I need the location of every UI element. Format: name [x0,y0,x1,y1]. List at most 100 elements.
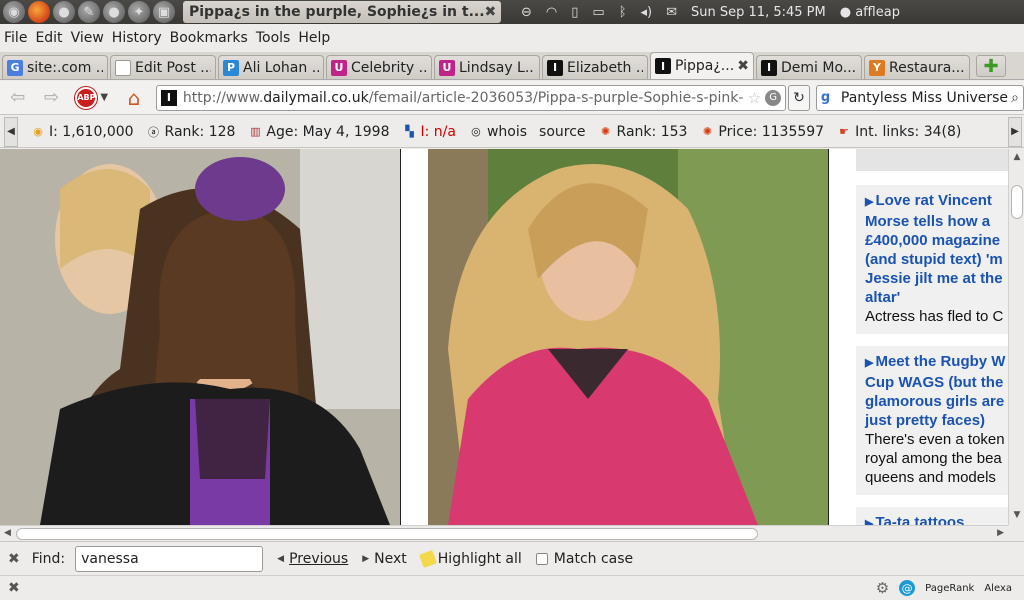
back-button[interactable]: ⇦ [2,84,34,112]
menu-history[interactable]: History [112,30,162,46]
ubuntu-logo-icon[interactable]: ◉ [3,1,25,23]
tab-4[interactable]: U Lindsay L... [434,55,540,79]
article-headline-line[interactable]: glamorous girls are [865,392,1008,411]
seo-whois[interactable]: ◎ whois [468,124,527,140]
seo-compete-rank[interactable]: ✺ Rank: 153 [598,124,687,140]
menu-bookmarks[interactable]: Bookmarks [170,30,248,46]
index-icon: ▚ [405,125,414,138]
find-previous-button[interactable]: ◀ Previous [277,551,348,567]
menu-tools[interactable]: Tools [256,30,291,46]
tab-1[interactable]: Edit Post ... [110,55,216,79]
match-case-checkbox[interactable]: Match case [535,551,633,567]
active-window-button[interactable]: Pippa¿s in the purple, Sophie¿s in t... … [183,1,501,23]
article-headline-line[interactable]: Jessie jilt me at the [865,269,1008,288]
menu-file[interactable]: File [4,30,27,46]
find-next-button[interactable]: ▶ Next [362,551,407,567]
tab-close-icon[interactable]: ✖ [737,58,749,74]
scroll-left-button[interactable]: ◀ [4,116,18,147]
globe-icon[interactable]: ● [103,1,125,23]
mail-icon[interactable]: ✉ [666,5,677,20]
find-input[interactable] [75,545,264,572]
wifi-icon[interactable]: ◠ [546,5,557,20]
seo-price[interactable]: ✺ Price: 1135597 [699,124,824,140]
search-icon[interactable]: ⌕ [1011,90,1019,106]
article-headline-line[interactable]: ▶ Love rat Vincent [865,191,1008,212]
article-headline-line[interactable]: Morse tells how a [865,212,1008,231]
url-text: http://www.dailymail.co.uk/femail/articl… [182,89,744,106]
url-bar[interactable]: I http://www.dailymail.co.uk/femail/arti… [155,84,787,111]
seo-source[interactable]: source [539,124,586,140]
firefox-icon[interactable] [28,1,50,23]
tab-0[interactable]: Gsite:.com ... [2,55,108,79]
article-headline-line[interactable]: just pretty faces) [865,411,1008,430]
seo-links[interactable]: ☛ Int. links: 34(8) [836,124,961,140]
pagerank-label[interactable]: PageRank [925,583,974,594]
tab-favicon-icon: I [655,58,671,74]
alexa-label[interactable]: Alexa [984,583,1012,594]
tab-2[interactable]: P Ali Lohan ... [218,55,324,79]
scroll-up-icon[interactable]: ▲ [1011,152,1023,164]
home-button[interactable]: ⌂ [122,86,146,110]
tab-8[interactable]: Y Restaura... [864,55,970,79]
sidebar-article[interactable]: ▶ Love rat Vincent Morse tells how a £400,0… [856,185,1008,334]
checkbox-icon[interactable] [535,552,548,565]
adblock-dropdown-icon[interactable]: ▼ [100,92,108,103]
scroll-right-icon[interactable]: ▶ [997,528,1004,538]
go-icon[interactable]: G [765,89,782,106]
scroll-left-icon[interactable]: ◀ [4,528,11,538]
bookmark-star-icon[interactable]: ☆ [748,89,761,107]
vertical-scroll-thumb[interactable] [1011,185,1023,219]
article-headline-line[interactable]: £400,000 magazine [865,231,1008,250]
article-headline-line[interactable]: (and stupid text) 'm [865,250,1008,269]
status-close-icon[interactable]: ✖ [8,580,20,596]
article-photo-left [0,149,400,525]
tab-label: Demi Mo... [781,59,857,76]
sidebar-article[interactable]: ▶Ta-ta tattoosThey are a common [856,507,1008,525]
highlight-all-button[interactable]: Highlight all [418,549,522,568]
google-icon[interactable]: g [821,90,837,106]
close-icon[interactable]: ✖ [485,4,497,20]
menu-help[interactable]: Help [298,30,330,46]
tab-5[interactable]: I Elizabeth ... [542,55,648,79]
battery-icon[interactable]: ▭ [592,5,604,20]
article-headline-line[interactable]: altar' [865,288,1008,307]
seo-alexa[interactable]: ◉ I: 1,610,000 [30,124,133,140]
seo-index[interactable]: ▚ I: n/a [402,124,456,140]
horizontal-scrollbar[interactable]: ◀ ▶ [0,525,1008,541]
menu-view[interactable]: View [71,30,104,46]
forward-button[interactable]: ⇨ [36,84,68,112]
article-headline-line[interactable]: Cup WAGS (but the [865,373,1008,392]
search-box[interactable]: g Pantyless Miss Universe ⌕ [815,84,1024,111]
tab-6[interactable]: I Pippa¿... ✖ [650,52,754,79]
sidebar-article[interactable]: ▶ Meet the Rugby W Cup WAGS (but the glamor… [856,346,1008,495]
camera-icon[interactable]: ▣ [153,1,175,23]
article-headline-line[interactable]: ▶ Ta-ta tattoos [865,513,1008,525]
indicator-icon[interactable]: ⊖ [521,5,532,20]
tool-icon[interactable]: ✦ [128,1,150,23]
editor-icon[interactable]: ✎ [78,1,100,23]
vertical-scrollbar[interactable]: ▲ ▼ [1008,149,1024,525]
scroll-down-icon[interactable]: ▼ [1011,510,1023,522]
app-launcher-icon[interactable]: ● [53,1,75,23]
new-tab-button[interactable]: ✚ [976,55,1006,77]
headline-text: just pretty faces) [865,412,986,429]
reload-button[interactable]: ↻ [788,84,810,111]
seo-rank[interactable]: ⓐ Rank: 128 [146,124,235,140]
menu-edit[interactable]: Edit [35,30,62,46]
user-menu[interactable]: ● affleap [840,5,900,20]
at-sign-icon[interactable]: @ [899,580,916,596]
scroll-right-button[interactable]: ▶ [1008,116,1022,147]
seo-age[interactable]: ▥ Age: May 4, 1998 [247,124,389,140]
adblock-icon[interactable]: ABP [75,86,98,109]
volume-icon[interactable]: ◂) [641,5,653,20]
bluetooth-icon[interactable]: ᛒ [619,5,627,20]
article-headline-line[interactable]: ▶ Meet the Rugby W [865,352,1008,373]
find-close-icon[interactable]: ✖ [8,551,20,567]
gear-icon[interactable]: ⚙ [876,579,889,597]
tab-7[interactable]: I Demi Mo... [756,55,862,79]
clock[interactable]: Sun Sep 11, 5:45 PM [691,5,826,20]
related-articles-sidebar: ▶ Love rat Vincent Morse tells how a £400,0… [856,149,1008,525]
horizontal-scroll-thumb[interactable] [16,528,758,540]
tab-3[interactable]: U Celebrity ... [326,55,432,79]
phone-icon[interactable]: ▯ [571,5,578,20]
